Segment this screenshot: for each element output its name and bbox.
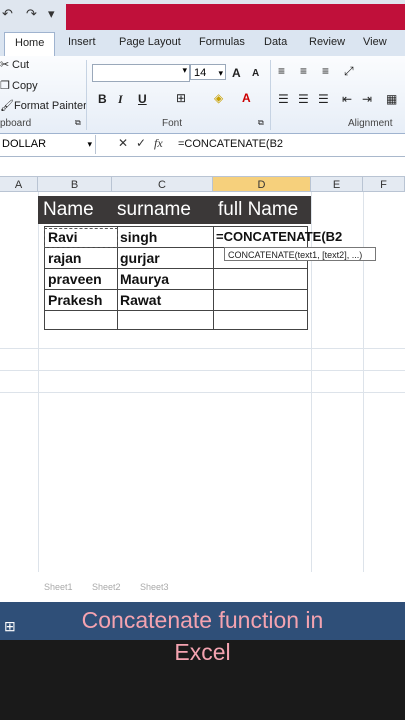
tab-home[interactable]: Home bbox=[4, 32, 56, 59]
tab-formulas[interactable]: Formulas bbox=[199, 36, 245, 48]
bold-button[interactable]: B bbox=[98, 92, 107, 106]
sheet-tab-1[interactable]: Sheet1 bbox=[44, 582, 73, 592]
tab-page-layout[interactable]: Page Layout bbox=[119, 36, 181, 48]
caption-line-2: Excel bbox=[174, 639, 231, 665]
cell-c5[interactable]: Rawat bbox=[117, 292, 213, 308]
header-cell-full-name[interactable]: full Name bbox=[213, 196, 311, 224]
formula-input[interactable]: =CONCATENATE(B2 bbox=[178, 138, 283, 150]
sheet-tab-3[interactable]: Sheet3 bbox=[140, 582, 169, 592]
fill-color-icon[interactable]: ◈ bbox=[214, 91, 223, 105]
italic-button[interactable]: I bbox=[118, 92, 123, 107]
name-box[interactable]: DOLLAR ▾ bbox=[0, 135, 96, 154]
title-bar bbox=[66, 4, 405, 30]
orientation-icon[interactable]: ⤢ bbox=[344, 64, 354, 79]
undo-icon[interactable]: ↶ bbox=[2, 6, 13, 22]
font-group-label: Font bbox=[162, 118, 183, 129]
quick-access-toolbar: ↶ ↷ ▾ bbox=[0, 0, 405, 30]
enter-icon[interactable]: ✓ bbox=[136, 136, 146, 150]
cell-b4[interactable]: praveen bbox=[45, 271, 117, 287]
cell-c4[interactable]: Maurya bbox=[117, 271, 213, 287]
format-painter-button[interactable]: Format Painter bbox=[14, 100, 87, 112]
column-header-d[interactable]: D bbox=[213, 176, 311, 192]
formula-bar: DOLLAR ▾ ✕ ✓ fx =CONCATENATE(B2 bbox=[0, 134, 405, 157]
formula-buttons: ✕ ✓ fx bbox=[104, 136, 170, 153]
cell-c3[interactable]: gurjar bbox=[117, 250, 213, 266]
format-painter-icon: 🖌 bbox=[0, 100, 14, 112]
gridline bbox=[0, 348, 405, 349]
excel-window: ↶ ↷ ▾ Home Insert Page Layout Formulas D… bbox=[0, 0, 405, 640]
video-caption: Concatenate function in Excel bbox=[0, 604, 405, 668]
chevron-down-icon: ▾ bbox=[182, 65, 187, 75]
insert-function-icon[interactable]: fx bbox=[154, 136, 163, 151]
bottom-align-icon[interactable]: ≡ bbox=[322, 64, 329, 78]
merge-icon[interactable]: ▦ bbox=[386, 92, 397, 106]
cell-border bbox=[45, 268, 307, 269]
function-tooltip[interactable]: CONCATENATE(text1, [text2], ...) bbox=[224, 247, 376, 261]
alignment-group-label: Alignment bbox=[348, 118, 393, 129]
tab-insert[interactable]: Insert bbox=[68, 36, 96, 48]
divider bbox=[270, 60, 271, 130]
font-color-icon[interactable]: A bbox=[242, 91, 251, 105]
underline-button[interactable]: U bbox=[138, 92, 147, 106]
font-size-input[interactable]: 14 ▾ bbox=[190, 64, 226, 80]
chevron-down-icon: ▾ bbox=[87, 139, 92, 149]
clipboard-launcher-icon[interactable]: ⧉ bbox=[75, 118, 81, 128]
ribbon: ✂ Cut ❐ Copy 🖌 Format Painter pboard ⧉ ▾… bbox=[0, 56, 405, 134]
clipboard-group-label: pboard bbox=[0, 118, 32, 129]
divider bbox=[86, 60, 87, 130]
top-align-icon[interactable]: ≡ bbox=[278, 64, 285, 78]
align-left-icon[interactable]: ☰ bbox=[278, 92, 289, 106]
middle-align-icon[interactable]: ≡ bbox=[300, 64, 307, 78]
column-header-b[interactable]: B bbox=[38, 176, 112, 192]
cut-button[interactable]: Cut bbox=[12, 59, 29, 71]
header-cell-name[interactable]: Name bbox=[38, 196, 112, 224]
header-cell-surname[interactable]: surname bbox=[112, 196, 213, 224]
shrink-font-button[interactable]: A bbox=[252, 68, 259, 79]
grow-font-button[interactable]: A bbox=[232, 66, 241, 80]
decrease-indent-icon[interactable]: ⇤ bbox=[342, 92, 352, 106]
column-header-c[interactable]: C bbox=[112, 176, 213, 192]
font-launcher-icon[interactable]: ⧉ bbox=[258, 118, 264, 128]
data-table: Ravi singh =CONCATENATE(B2 rajan gurjar … bbox=[44, 226, 342, 330]
cell-c2[interactable]: singh bbox=[117, 229, 213, 247]
cell-border bbox=[45, 310, 307, 311]
column-header-e[interactable]: E bbox=[311, 176, 363, 192]
column-header-a[interactable]: A bbox=[0, 176, 38, 192]
column-header-f[interactable]: F bbox=[363, 176, 405, 192]
align-center-icon[interactable]: ☰ bbox=[298, 92, 309, 106]
cell-border bbox=[45, 289, 307, 290]
sheet-tab-2[interactable]: Sheet2 bbox=[92, 582, 121, 592]
font-name-input[interactable]: ▾ bbox=[92, 64, 190, 82]
sheet-tabs: Sheet1 Sheet2 Sheet3 bbox=[0, 580, 405, 596]
tab-review[interactable]: Review bbox=[309, 36, 345, 48]
gridline bbox=[0, 392, 405, 393]
align-right-icon[interactable]: ☰ bbox=[318, 92, 329, 106]
cell-b3[interactable]: rajan bbox=[45, 250, 117, 266]
tab-view[interactable]: View bbox=[363, 36, 387, 48]
gridline bbox=[38, 192, 39, 572]
increase-indent-icon[interactable]: ⇥ bbox=[362, 92, 372, 106]
tab-data[interactable]: Data bbox=[264, 36, 287, 48]
borders-icon[interactable]: ⊞ bbox=[176, 91, 186, 105]
redo-icon[interactable]: ↷ bbox=[26, 6, 37, 22]
cut-icon: ✂ bbox=[0, 59, 10, 71]
cell-b5[interactable]: Prakesh bbox=[45, 292, 117, 308]
customize-qat-icon[interactable]: ▾ bbox=[48, 6, 55, 22]
cancel-icon[interactable]: ✕ bbox=[118, 136, 128, 150]
copy-button[interactable]: Copy bbox=[12, 80, 38, 92]
gridline bbox=[0, 370, 405, 371]
chevron-down-icon: ▾ bbox=[218, 68, 223, 78]
cell-d2-editing[interactable]: =CONCATENATE(B2 bbox=[213, 229, 342, 247]
copy-icon: ❐ bbox=[0, 80, 10, 92]
caption-line-1: Concatenate function in bbox=[81, 607, 324, 633]
ribbon-tabs: Home Insert Page Layout Formulas Data Re… bbox=[0, 30, 405, 59]
cell-b2[interactable]: Ravi bbox=[44, 228, 118, 248]
